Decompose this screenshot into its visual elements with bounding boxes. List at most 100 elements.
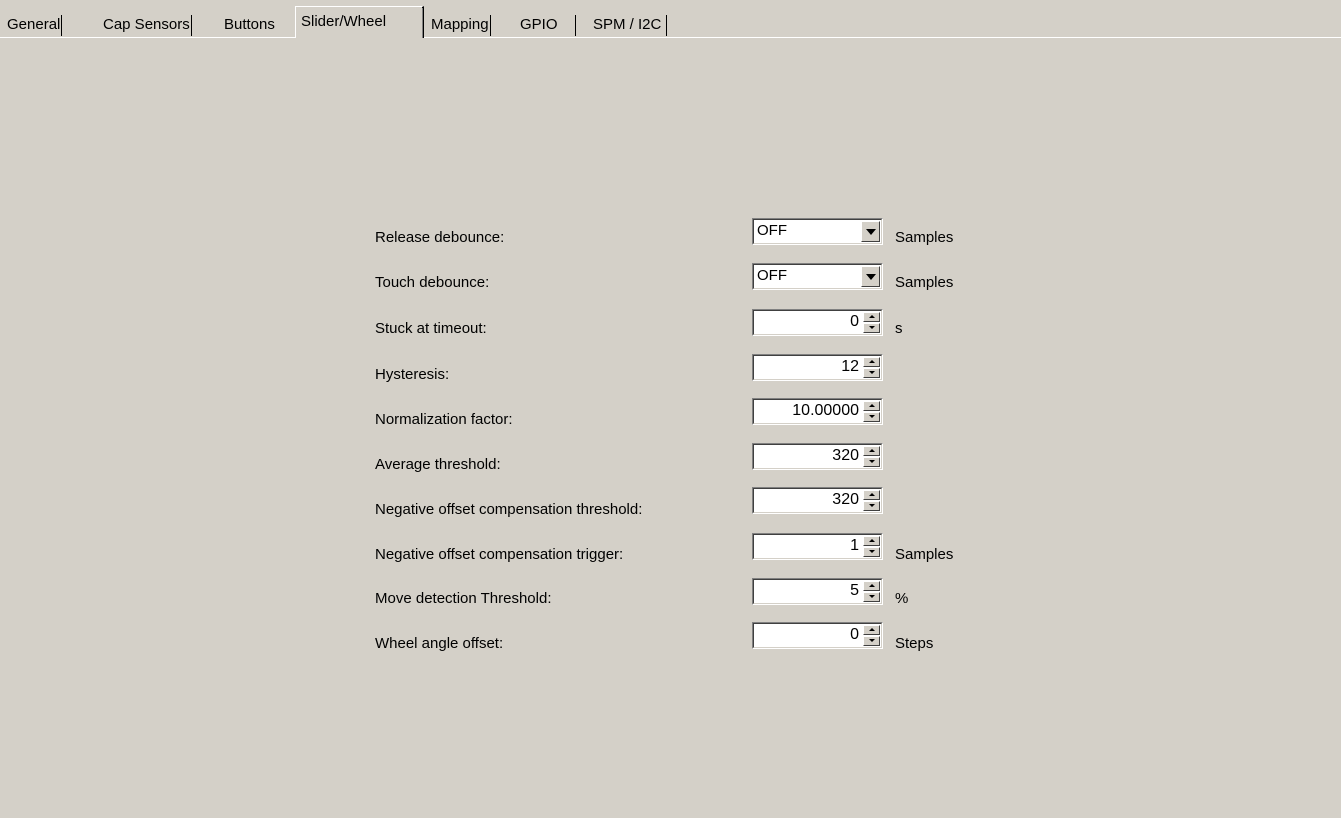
stuck-timeout-spinner [863, 312, 880, 333]
stuck-timeout-increment-button[interactable] [863, 312, 880, 322]
hysteresis-value[interactable]: 12 [841, 358, 859, 376]
arrow-down-icon [869, 639, 875, 642]
touch-debounce-value: OFF [757, 267, 787, 284]
normalization-factor-spinner [863, 401, 880, 422]
arrow-down-icon [869, 504, 875, 507]
neg-offset-threshold-increment-button[interactable] [863, 490, 880, 500]
normalization-factor-spin[interactable]: 10.00000 [752, 398, 883, 425]
tab-separator [666, 15, 668, 36]
wheel-angle-offset-unit: Steps [895, 635, 934, 652]
move-detection-threshold-unit: % [895, 590, 909, 607]
arrow-up-icon [869, 404, 875, 407]
tab-gpio-label: GPIO [520, 16, 558, 33]
hysteresis-spin[interactable]: 12 [752, 354, 883, 381]
normalization-factor-value[interactable]: 10.00000 [792, 402, 859, 420]
hysteresis-increment-button[interactable] [863, 357, 880, 367]
tab-slider-wheel-label: Slider/Wheel [301, 13, 387, 30]
normalization-factor-label: Normalization factor: [375, 411, 513, 428]
neg-offset-threshold-value[interactable]: 320 [832, 491, 859, 509]
release-debounce-unit: Samples [895, 229, 954, 246]
hysteresis-spinner [863, 357, 880, 378]
wheel-angle-offset-decrement-button[interactable] [863, 636, 880, 646]
tab-slider-wheel[interactable]: Slider/Wheel [295, 6, 424, 38]
tab-mapping-label: Mapping [431, 16, 489, 33]
neg-offset-threshold-label: Negative offset compensation threshold: [375, 501, 643, 518]
average-threshold-decrement-button[interactable] [863, 457, 880, 467]
neg-offset-threshold-spinner [863, 490, 880, 511]
tab-buttons-label: Buttons [224, 16, 275, 33]
neg-offset-trigger-value[interactable]: 1 [850, 537, 859, 555]
tab-strip: General Cap Sensors Buttons Slider/Wheel… [0, 0, 1341, 40]
release-debounce-label: Release debounce: [375, 229, 505, 246]
normalization-factor-increment-button[interactable] [863, 401, 880, 411]
release-debounce-dropdown[interactable]: OFF [752, 218, 883, 245]
arrow-down-icon [869, 460, 875, 463]
tab-general-label: General [7, 16, 61, 33]
wheel-angle-offset-spin[interactable]: 0 [752, 622, 883, 649]
average-threshold-spin[interactable]: 320 [752, 443, 883, 470]
release-debounce-value: OFF [757, 222, 787, 239]
tab-separator [61, 15, 63, 36]
tab-baseline [0, 37, 1341, 38]
tab-mapping[interactable]: Mapping [431, 12, 491, 37]
neg-offset-trigger-increment-button[interactable] [863, 536, 880, 546]
average-threshold-label: Average threshold: [375, 456, 501, 473]
chevron-down-icon [866, 229, 876, 235]
stuck-timeout-decrement-button[interactable] [863, 323, 880, 333]
neg-offset-trigger-label: Negative offset compensation trigger: [375, 546, 624, 563]
stuck-timeout-label: Stuck at timeout: [375, 320, 487, 337]
arrow-down-icon [869, 326, 875, 329]
neg-offset-threshold-spin[interactable]: 320 [752, 487, 883, 514]
average-threshold-increment-button[interactable] [863, 446, 880, 456]
tab-separator [574, 15, 576, 36]
move-detection-threshold-spinner [863, 581, 880, 602]
neg-offset-trigger-unit: Samples [895, 546, 954, 563]
touch-debounce-dropdown[interactable]: OFF [752, 263, 883, 290]
tab-gpio[interactable]: GPIO [520, 12, 576, 37]
arrow-down-icon [869, 415, 875, 418]
release-debounce-dropdown-button[interactable] [861, 221, 880, 242]
normalization-factor-decrement-button[interactable] [863, 412, 880, 422]
tab-general[interactable]: General [7, 12, 63, 37]
move-detection-threshold-spin[interactable]: 5 [752, 578, 883, 605]
arrow-down-icon [869, 550, 875, 553]
stuck-timeout-spin[interactable]: 0 [752, 309, 883, 336]
chevron-down-icon [866, 274, 876, 280]
arrow-up-icon [869, 584, 875, 587]
arrow-up-icon [869, 628, 875, 631]
hysteresis-label: Hysteresis: [375, 366, 450, 383]
arrow-up-icon [869, 493, 875, 496]
neg-offset-trigger-spinner [863, 536, 880, 557]
wheel-angle-offset-spinner [863, 625, 880, 646]
move-detection-threshold-increment-button[interactable] [863, 581, 880, 591]
move-detection-threshold-label: Move detection Threshold: [375, 590, 552, 607]
neg-offset-trigger-decrement-button[interactable] [863, 547, 880, 557]
arrow-down-icon [869, 595, 875, 598]
touch-debounce-label: Touch debounce: [375, 274, 490, 291]
wheel-angle-offset-value[interactable]: 0 [850, 626, 859, 644]
wheel-angle-offset-label: Wheel angle offset: [375, 635, 504, 652]
tab-buttons[interactable]: Buttons [224, 12, 275, 37]
neg-offset-trigger-spin[interactable]: 1 [752, 533, 883, 560]
average-threshold-spinner [863, 446, 880, 467]
arrow-up-icon [869, 449, 875, 452]
tab-spm-i2c[interactable]: SPM / I2C [593, 12, 668, 37]
touch-debounce-dropdown-button[interactable] [861, 266, 880, 287]
tab-separator [489, 15, 491, 36]
neg-offset-threshold-decrement-button[interactable] [863, 501, 880, 511]
tab-cap-sensors[interactable]: Cap Sensors [103, 12, 192, 37]
move-detection-threshold-value[interactable]: 5 [850, 582, 859, 600]
arrow-up-icon [869, 539, 875, 542]
stuck-timeout-unit: s [895, 320, 903, 337]
hysteresis-decrement-button[interactable] [863, 368, 880, 378]
move-detection-threshold-decrement-button[interactable] [863, 592, 880, 602]
touch-debounce-unit: Samples [895, 274, 954, 291]
arrow-up-icon [869, 360, 875, 363]
tab-spm-i2c-label: SPM / I2C [593, 16, 662, 33]
arrow-down-icon [869, 371, 875, 374]
wheel-angle-offset-increment-button[interactable] [863, 625, 880, 635]
arrow-up-icon [869, 315, 875, 318]
tab-cap-sensors-label: Cap Sensors [103, 16, 190, 33]
average-threshold-value[interactable]: 320 [832, 447, 859, 465]
stuck-timeout-value[interactable]: 0 [850, 313, 859, 331]
